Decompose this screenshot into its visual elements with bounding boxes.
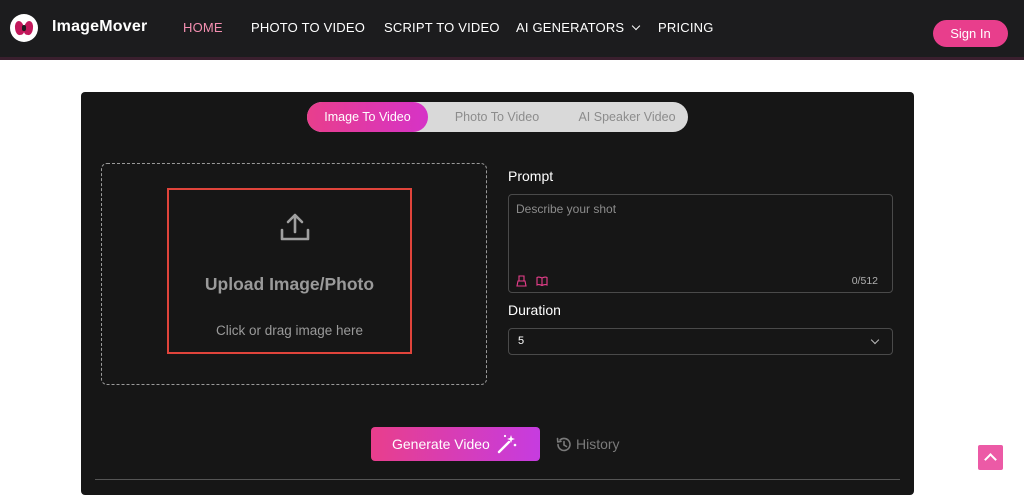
upload-area-highlight[interactable]: Upload Image/Photo Click or drag image h…	[167, 188, 412, 354]
upload-subtitle: Click or drag image here	[215, 323, 364, 338]
upload-dropzone[interactable]: Upload Image/Photo Click or drag image h…	[101, 163, 487, 385]
prompt-box: 0/512	[508, 194, 893, 293]
nav-ai-generators[interactable]: AI GENERATORS	[516, 20, 641, 35]
tab-ai-speaker-video[interactable]: AI Speaker Video	[566, 102, 688, 132]
nav-photo-to-video[interactable]: PHOTO TO VIDEO	[251, 20, 365, 35]
chevron-down-icon	[632, 21, 641, 31]
generate-video-button[interactable]: Generate Video	[371, 427, 540, 461]
mode-tabs: Image To Video Photo To Video AI Speaker…	[307, 102, 688, 132]
sign-in-button[interactable]: Sign In	[933, 20, 1008, 47]
logo-icon[interactable]	[10, 14, 38, 42]
nav-ai-generators-label: AI GENERATORS	[516, 20, 625, 35]
upload-icon	[280, 213, 310, 241]
nav-script-to-video[interactable]: SCRIPT TO VIDEO	[384, 20, 500, 35]
tab-photo-to-video[interactable]: Photo To Video	[428, 102, 566, 132]
divider	[95, 479, 900, 480]
nav-pricing[interactable]: PRICING	[658, 20, 714, 35]
duration-value: 5	[518, 335, 525, 347]
brush-icon[interactable]	[516, 275, 528, 287]
history-icon	[556, 437, 571, 452]
tab-image-to-video[interactable]: Image To Video	[307, 102, 428, 132]
history-label: History	[576, 436, 620, 452]
char-counter: 0/512	[851, 275, 878, 287]
top-navbar: ImageMover HOME PHOTO TO VIDEO SCRIPT TO…	[0, 0, 1024, 60]
book-icon[interactable]	[536, 275, 548, 287]
duration-select[interactable]: 5	[508, 328, 893, 355]
nav-home[interactable]: HOME	[183, 20, 223, 35]
scroll-to-top-button[interactable]	[978, 445, 1003, 470]
upload-title: Upload Image/Photo	[204, 274, 375, 294]
generate-video-label: Generate Video	[392, 436, 490, 452]
duration-label: Duration	[508, 302, 561, 318]
brand-name[interactable]: ImageMover	[52, 18, 147, 36]
magic-wand-icon	[497, 434, 517, 454]
prompt-label: Prompt	[508, 168, 554, 184]
prompt-input[interactable]	[516, 202, 876, 262]
chevron-down-icon	[870, 335, 880, 345]
generator-card: Image To Video Photo To Video AI Speaker…	[81, 92, 914, 495]
